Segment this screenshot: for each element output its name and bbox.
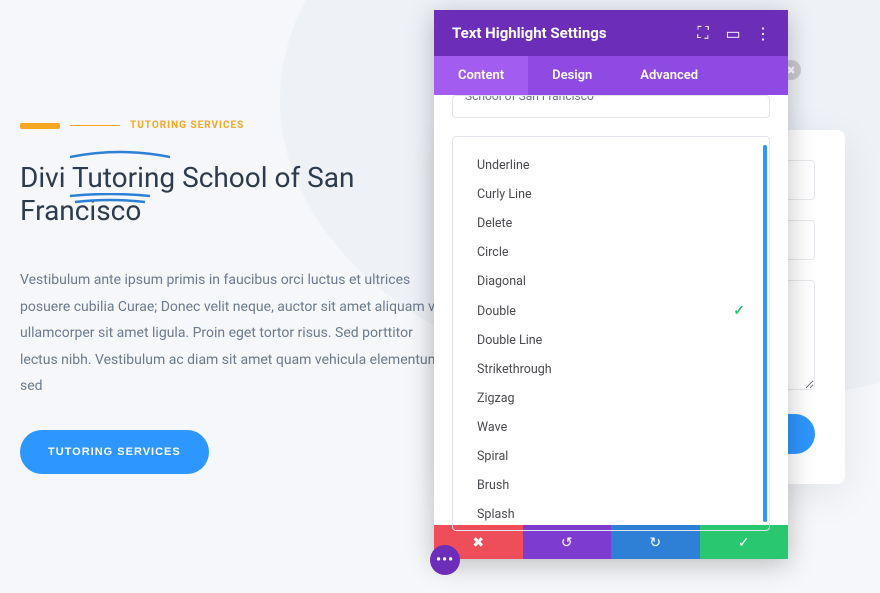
- panel-header[interactable]: Text Highlight Settings ⛶ ▭ ⋮: [434, 10, 788, 56]
- dropdown-item[interactable]: Brush: [453, 471, 769, 500]
- dropdown-item-label: Circle: [477, 245, 509, 260]
- panel-title: Text Highlight Settings: [452, 24, 607, 42]
- dropdown-item-label: Curly Line: [477, 187, 532, 202]
- settings-panel: Text Highlight Settings ⛶ ▭ ⋮ Content De…: [434, 10, 788, 559]
- dropdown-item[interactable]: Strikethrough: [453, 355, 769, 384]
- dropdown-scrollbar[interactable]: [763, 145, 767, 522]
- dropdown-item[interactable]: Wave: [453, 413, 769, 442]
- dropdown-item-label: Wave: [477, 420, 507, 435]
- body-text: Vestibulum ante ipsum primis in faucibus…: [20, 267, 450, 400]
- panel-body: School of San Francisco Underline Curly L…: [434, 95, 788, 525]
- dropdown-item[interactable]: Curly Line: [453, 180, 769, 209]
- text-input-preview[interactable]: School of San Francisco: [452, 95, 770, 118]
- dropdown-item-label: Diagonal: [477, 274, 526, 289]
- fullscreen-icon[interactable]: ⛶: [696, 26, 710, 40]
- dropdown-item[interactable]: Spiral: [453, 442, 769, 471]
- dropdown-item[interactable]: Double Line: [453, 326, 769, 355]
- highlight-style-dropdown: Underline Curly Line Delete Circle Diagonal D…: [452, 136, 770, 531]
- eyebrow-text: TUTORING SERVICES: [130, 120, 244, 131]
- cta-button[interactable]: TUTORING SERVICES: [20, 430, 209, 474]
- dropdown-item-label: Double Line: [477, 333, 542, 348]
- highlight-double-icon: [70, 193, 150, 205]
- more-icon[interactable]: ⋮: [756, 26, 770, 40]
- eyebrow: TUTORING SERVICES: [20, 120, 450, 131]
- dropdown-item-label: Delete: [477, 216, 512, 231]
- dropdown-item[interactable]: Diagonal: [453, 267, 769, 296]
- dropdown-item-label: Spiral: [477, 449, 508, 464]
- tab-advanced[interactable]: Advanced: [616, 56, 722, 95]
- dropdown-item-label: Zigzag: [477, 391, 515, 406]
- page-title: Divi Tutoring School of San Francisco: [20, 161, 450, 227]
- dropdown-item[interactable]: Zigzag: [453, 384, 769, 413]
- dropdown-item-label: Splash: [477, 507, 515, 522]
- dropdown-item[interactable]: Delete: [453, 209, 769, 238]
- dropdown-item[interactable]: Circle: [453, 238, 769, 267]
- dropdown-item-label: Brush: [477, 478, 509, 493]
- dropdown-list: Underline Curly Line Delete Circle Diagonal D…: [453, 137, 769, 530]
- dropdown-item-label: Double: [477, 304, 516, 319]
- page-content: TUTORING SERVICES Divi Tutoring School o…: [20, 120, 450, 474]
- panel-header-icons: ⛶ ▭ ⋮: [696, 26, 770, 40]
- tab-content[interactable]: Content: [434, 56, 528, 95]
- dropdown-item[interactable]: Underline: [453, 151, 769, 180]
- dropdown-item-label: Underline: [477, 158, 530, 173]
- fab-more-icon[interactable]: •••: [430, 545, 460, 575]
- dropdown-item[interactable]: Brick Wall: [453, 529, 769, 530]
- tab-design[interactable]: Design: [528, 56, 616, 95]
- highlight-arc-icon: [70, 149, 170, 159]
- dropdown-item-label: Strikethrough: [477, 362, 552, 377]
- panel-tabs: Content Design Advanced: [434, 56, 788, 95]
- responsive-icon[interactable]: ▭: [726, 26, 740, 40]
- eyebrow-line-icon: [70, 125, 120, 126]
- dropdown-item[interactable]: Splash: [453, 500, 769, 529]
- dropdown-item[interactable]: Double ✓: [453, 296, 769, 326]
- check-icon: ✓: [733, 303, 745, 319]
- eyebrow-bar-icon: [20, 123, 60, 129]
